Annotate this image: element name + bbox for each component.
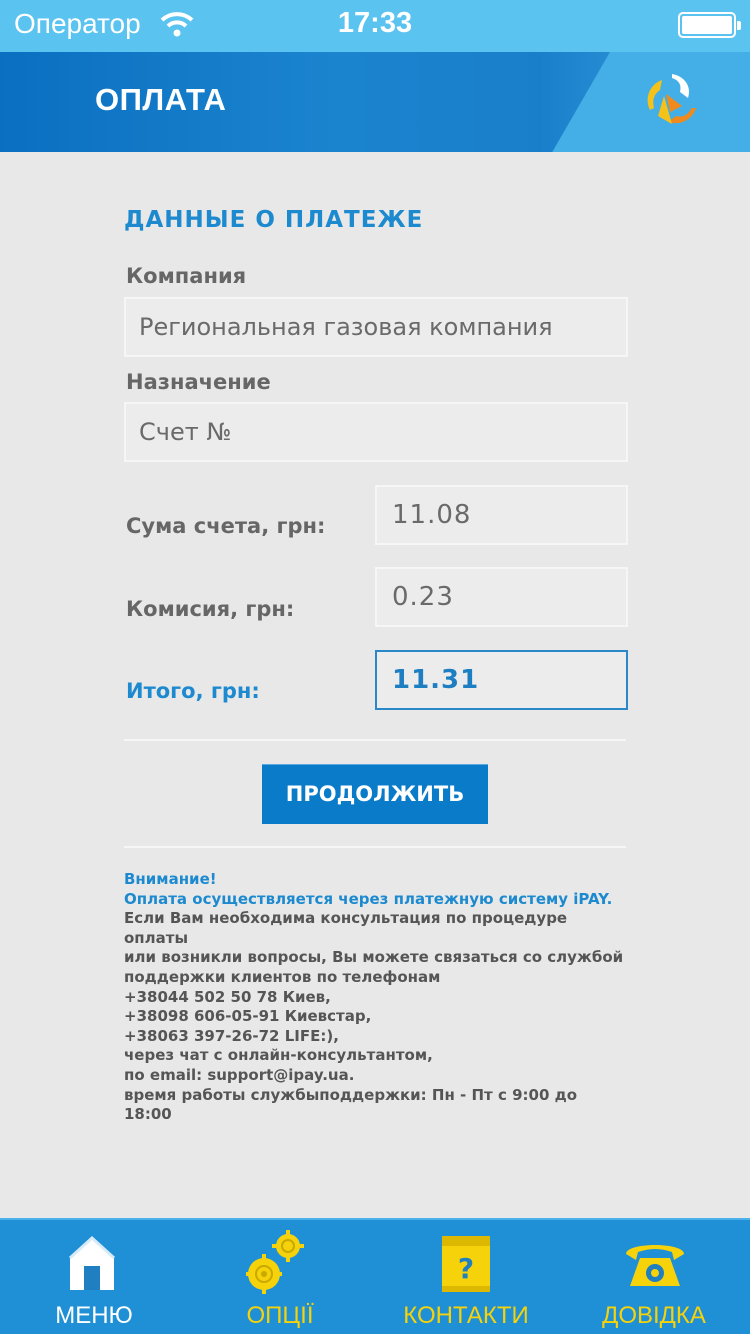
tab-options[interactable]: ОПЦІЇ [186, 1220, 374, 1334]
status-bar: Оператор 17:33 [0, 0, 750, 52]
company-field[interactable]: Региональная газовая компания [124, 297, 628, 357]
support-phone: +38044 502 50 78 Киев, [124, 987, 331, 1006]
header-bar: ОПЛАТА [0, 52, 750, 152]
company-label: Компания [126, 264, 247, 288]
tab-contacts-label: КОНТАКТИ [403, 1302, 529, 1329]
phone-icon [626, 1245, 684, 1286]
svg-text:?: ? [458, 1252, 474, 1285]
tab-bar: МЕНЮ ОПЦІЇ ? КОНТАКТИ ДОВІДКА [0, 1218, 750, 1334]
notice-system: Оплата осуществляется через платежную си… [124, 889, 613, 908]
support-phone: +38098 606-05-91 Киевстар, [124, 1007, 372, 1026]
divider [124, 739, 626, 741]
divider [124, 846, 626, 848]
support-phone: +38063 397-26-72 LIFE:), [124, 1026, 339, 1045]
notice-line: Если Вам необходима консультация по проц… [124, 909, 568, 947]
help-book-icon: ? [442, 1236, 490, 1292]
home-icon [68, 1235, 116, 1290]
gears-icon [246, 1230, 304, 1294]
commission-field[interactable]: 0.23 [375, 567, 628, 627]
notice-attention: Внимание! [124, 870, 217, 888]
notice-email: по email: support@ipay.ua. [124, 1065, 355, 1084]
purpose-field[interactable]: Счет № [124, 402, 628, 462]
tab-help-label: ДОВІДКА [602, 1302, 706, 1329]
section-title: ДАННЫЕ О ПЛАТЕЖЕ [124, 207, 424, 233]
amount-field[interactable]: 11.08 [375, 485, 628, 545]
tab-menu[interactable]: МЕНЮ [0, 1220, 188, 1334]
tab-menu-label: МЕНЮ [55, 1302, 133, 1329]
clock: 17:33 [337, 7, 413, 39]
page-title: ОПЛАТА [95, 82, 227, 117]
notice-hours: время работы службыподдержки: Пн - Пт с … [124, 1085, 578, 1124]
tab-options-label: ОПЦІЇ [246, 1302, 314, 1329]
tab-help[interactable]: ДОВІДКА [560, 1220, 748, 1334]
support-notice: Внимание! Оплата осуществляется через пл… [124, 870, 628, 1125]
notice-chat: через чат с онлайн-консультантом, [124, 1046, 433, 1065]
commission-label: Комисия, грн: [126, 597, 295, 621]
notice-line: или возникли вопросы, Вы можете связатьс… [124, 948, 624, 967]
tab-contacts[interactable]: ? КОНТАКТИ [372, 1220, 560, 1334]
amount-label: Сума счета, грн: [126, 514, 326, 538]
battery-icon [678, 12, 741, 38]
continue-button[interactable]: ПРОДОЛЖИТЬ [262, 764, 488, 824]
total-field[interactable]: 11.31 [375, 650, 628, 710]
total-label: Итого, грн: [126, 679, 260, 703]
purpose-label: Назначение [126, 370, 271, 394]
notice-line: поддержки клиентов по телефонам [124, 967, 441, 986]
ipay-logo-icon [647, 74, 696, 124]
